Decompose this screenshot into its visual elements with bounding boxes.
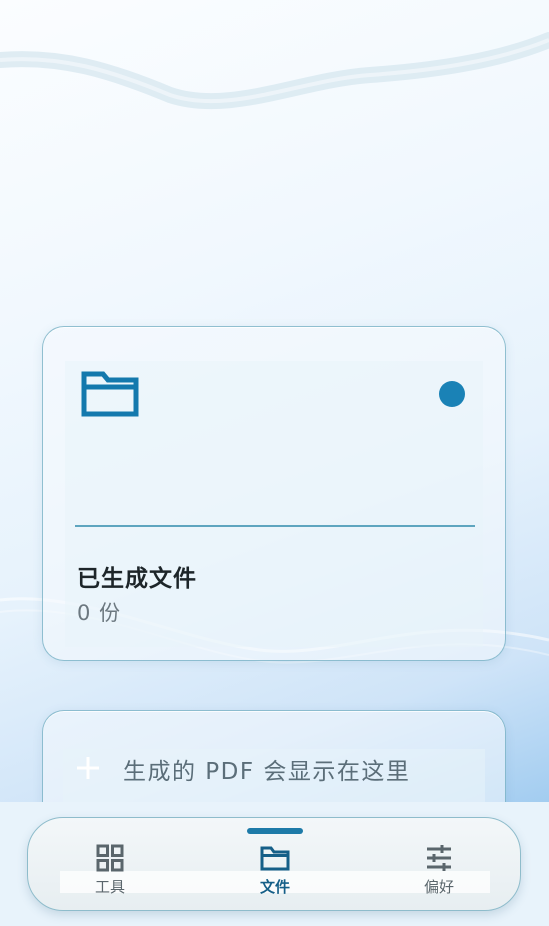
files-count: 0 份 [77, 601, 122, 625]
generated-files-card[interactable]: 已生成文件 0 份 [42, 326, 506, 661]
status-dot [439, 381, 465, 407]
bottom-nav: 工具 文件 偏好 [27, 817, 521, 911]
tab-preferences-label: 偏好 [423, 878, 454, 896]
empty-state-text: 生成的 PDF 会显示在这里 [123, 759, 411, 785]
plus-icon [77, 757, 99, 779]
tab-tools-label: 工具 [94, 878, 125, 896]
tab-files-label: 文件 [259, 878, 290, 896]
active-tab-indicator [247, 828, 303, 834]
folder-icon [81, 371, 139, 417]
sliders-icon [427, 845, 451, 871]
files-card-title: 已生成文件 [77, 566, 197, 592]
tab-preferences[interactable]: 偏好 [399, 844, 479, 904]
card-divider [75, 525, 475, 527]
grid-icon [96, 844, 124, 872]
folder-icon [260, 846, 290, 871]
tab-tools[interactable]: 工具 [70, 844, 150, 904]
tab-files[interactable]: 文件 [235, 844, 315, 904]
